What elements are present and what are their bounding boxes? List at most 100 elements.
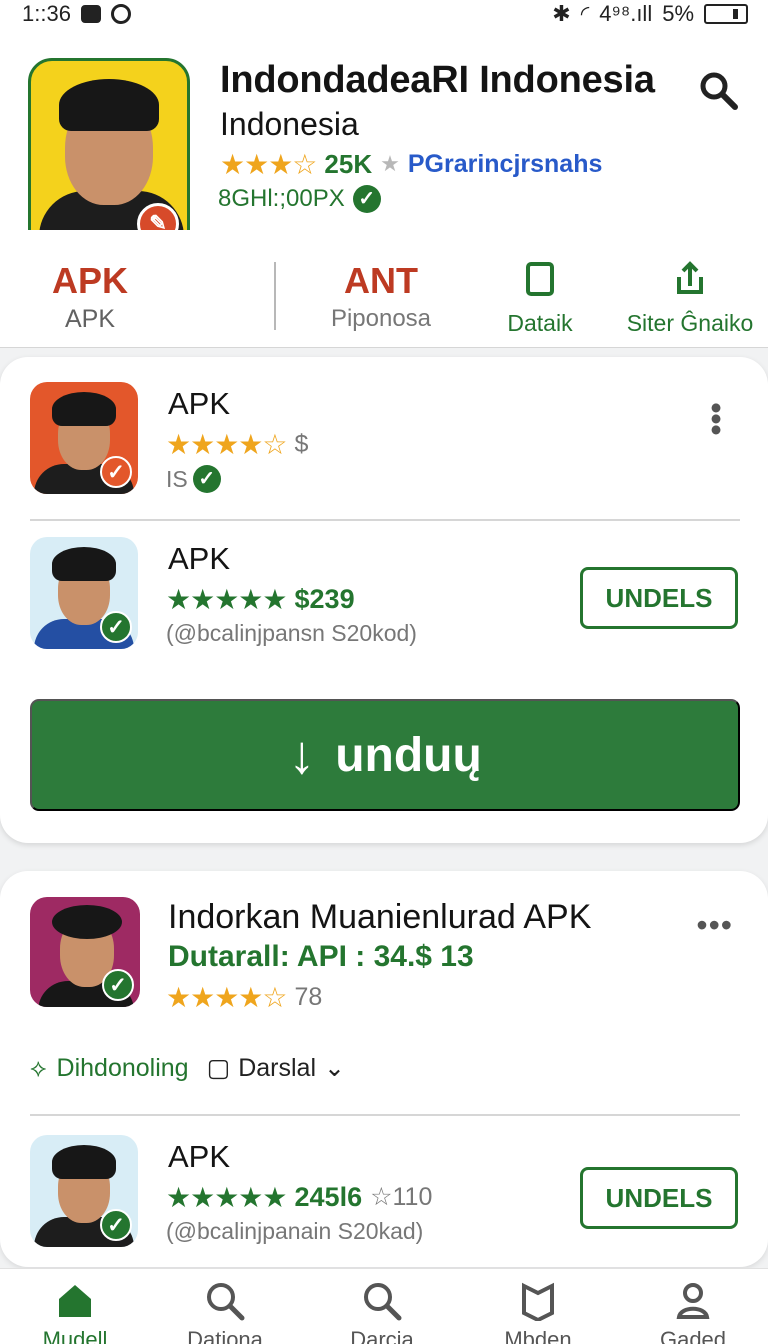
item-title: APK xyxy=(168,541,231,576)
tag-darslal[interactable]: ▢ Darslal ⌄ xyxy=(207,1053,345,1083)
search-icon xyxy=(364,1283,402,1321)
item-meta-text: (@bcalinjpanain S20kad) xyxy=(166,1218,424,1244)
edit-badge-icon: ✓ xyxy=(100,456,132,488)
battery-icon xyxy=(704,4,748,24)
search-button[interactable] xyxy=(696,68,740,112)
install-button[interactable]: UNDELS xyxy=(580,1167,738,1229)
nav-gaded[interactable]: Gaded xyxy=(633,1279,753,1344)
check-badge-icon: ✓ xyxy=(100,1209,132,1241)
ant-tab-secondary: Piponosa xyxy=(330,305,432,332)
home-icon xyxy=(59,1285,91,1317)
publisher-link[interactable]: PGrarincjrsnahs xyxy=(408,150,603,179)
version-line: 8GHl:;00PX ✓ xyxy=(218,185,381,213)
download-label: unduų xyxy=(335,728,482,782)
item-meta: (@bcalinjpanain S20kad) xyxy=(166,1218,423,1245)
share-icon xyxy=(677,261,703,294)
related-tags: ⟡ Dihdonoling ▢ Darslal ⌄ xyxy=(30,1047,345,1089)
nav-home[interactable]: Mudell xyxy=(15,1279,135,1344)
app-title: IndondadeaRI Indonesia xyxy=(220,59,655,101)
download-card: ✓ APK ★★★★☆ $ IS ✓ • • • ✓ APK ★★★★★ $239 … xyxy=(0,357,768,843)
details-button[interactable]: Dataik xyxy=(496,258,584,337)
related-rating: ★★★★☆ 78 xyxy=(166,980,322,1014)
nav-darcia[interactable]: Darcia xyxy=(322,1279,442,1344)
item-title: APK xyxy=(168,1139,231,1174)
related-count: 78 xyxy=(294,982,323,1011)
item-stars: ★★★★☆ xyxy=(166,428,288,460)
details-icon xyxy=(526,262,554,296)
app-subtitle: Indonesia xyxy=(220,106,359,142)
download-button[interactable]: ↓ unduų xyxy=(30,699,740,811)
related-stars: ★★★★☆ xyxy=(166,981,288,1013)
profile-icon xyxy=(676,1283,710,1319)
avatar-cap xyxy=(52,1145,116,1179)
avatar-cap xyxy=(52,392,116,426)
list-item[interactable]: ✓ APK ★★★★☆ $ IS ✓ • • • xyxy=(30,382,740,498)
apk-tab-primary: APK xyxy=(51,260,128,301)
status-bar: 1::36 ✱ ◜ 4⁹⁸.ıll 5% xyxy=(0,0,768,28)
details-label: Dataik xyxy=(507,310,573,336)
tag-primary-label: Dihdonoling xyxy=(56,1053,189,1082)
more-vertical-icon[interactable]: • • • xyxy=(710,391,722,446)
status-left: 1::36 xyxy=(22,1,131,27)
search-icon xyxy=(700,72,738,110)
nav-mbden[interactable]: Mbden xyxy=(478,1279,598,1344)
app-rating-line: ★★★☆ 25K ★ PGrarincjrsnahs xyxy=(220,147,602,181)
avatar: ✓ xyxy=(30,382,138,494)
apk-tab-secondary: APK xyxy=(64,305,116,333)
search-icon xyxy=(207,1283,245,1321)
divider xyxy=(30,1114,740,1116)
bluetooth-icon: ✱ xyxy=(552,1,571,26)
tab-ant[interactable]: ANT Piponosa xyxy=(326,260,436,333)
item-stars: ★★★★★ xyxy=(166,1181,288,1213)
nav-darcia-label: Darcia xyxy=(350,1327,414,1344)
app-notification-icon xyxy=(110,4,131,24)
ant-tab-primary: ANT xyxy=(344,260,418,301)
avatar: ✓ xyxy=(30,897,140,1007)
avatar: ✓ xyxy=(30,1135,138,1247)
avatar: ✓ xyxy=(30,537,138,649)
app-rating-stars: ★★★☆ xyxy=(220,148,317,180)
tag-secondary-label: Darslal xyxy=(238,1053,316,1082)
avatar-hair xyxy=(52,905,122,939)
battery-percent: 5% xyxy=(662,1,694,26)
nav-dationa[interactable]: Dationa xyxy=(165,1279,285,1344)
bookmark-icon xyxy=(522,1282,554,1323)
tab-apk[interactable]: APK APK xyxy=(30,260,150,334)
status-right: ✱ ◜ 4⁹⁸.ıll 5% xyxy=(552,1,748,27)
gray-star-icon: ★ xyxy=(380,151,400,176)
action-row: APK APK ANT Piponosa Dataik Siter Ĝnaiko xyxy=(0,230,768,348)
status-time: 1::36 xyxy=(22,1,71,26)
item-rating: ★★★★☆ $ xyxy=(166,427,308,461)
install-button[interactable]: UNDELS xyxy=(580,567,738,629)
rating-count: 25K xyxy=(324,148,373,179)
related-app-card[interactable]: ✓ Indorkan Muanienlurad APK Dutarall: AP… xyxy=(0,871,768,1267)
leaf-icon: ⟡ xyxy=(30,1053,47,1082)
nav-gaded-label: Gaded xyxy=(659,1327,727,1344)
item-price: 245l6 xyxy=(294,1181,363,1212)
portrait-cap xyxy=(59,79,159,131)
verified-check-icon: ✓ xyxy=(352,185,381,213)
signal-text: 4⁹⁸.ıll xyxy=(599,1,653,26)
wifi-icon: ◜ xyxy=(580,1,590,26)
item-stars: ★★★★★ xyxy=(166,583,288,615)
divider xyxy=(30,519,740,521)
verified-check-icon: ✓ xyxy=(192,465,221,493)
app-icon: ✎ xyxy=(28,58,190,256)
tag-dihdonoling[interactable]: ⟡ Dihdonoling xyxy=(30,1054,189,1083)
item-price: $ xyxy=(294,429,309,458)
more-horizontal-icon[interactable]: ••• xyxy=(696,907,733,944)
avatar-cap xyxy=(52,547,116,581)
item-meta-text: IS xyxy=(166,465,188,492)
item-rating: ★★★★★ 245l6 ☆110 xyxy=(166,1180,432,1214)
item-meta-text: (@bcalinjpansn S20kod) xyxy=(166,620,417,646)
nav-mbden-label: Mbden xyxy=(504,1327,572,1344)
item-meta: IS ✓ xyxy=(166,465,221,493)
related-title: Indorkan Muanienlurad APK xyxy=(168,898,592,936)
check-badge-icon: ✓ xyxy=(100,611,132,643)
version-text: 8GHl:;00PX xyxy=(218,185,345,212)
check-badge-icon: ✓ xyxy=(102,969,134,1001)
related-price: Dutarall: API : 34.$ 13 xyxy=(168,940,474,973)
bottom-navigation: Mudell Dationa Darcia Mbden Gaded xyxy=(0,1268,768,1344)
action-divider xyxy=(274,262,276,330)
share-button[interactable]: Siter Ĝnaiko xyxy=(625,258,755,337)
